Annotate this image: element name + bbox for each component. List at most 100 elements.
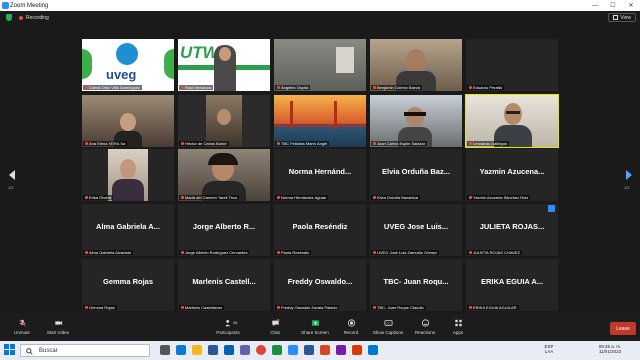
security-shield-icon[interactable] (6, 14, 12, 21)
next-page-arrow-icon[interactable] (626, 170, 632, 180)
clock[interactable]: 09:45 a. m. 11/01/2023 (590, 344, 630, 354)
participant-tile[interactable]: Gemma Rojas Gemma Rojas (82, 259, 174, 311)
excel-icon[interactable] (272, 345, 282, 355)
participant-tile[interactable]: TBC- Juan Roqu... TBC- Juan Roque Claudio (370, 259, 462, 311)
start-video-label: Start Video (46, 330, 70, 335)
teams-icon[interactable] (240, 345, 250, 355)
muted-microphone-icon (85, 306, 88, 309)
participant-tile[interactable]: UVEG Jose Luis... UVEG José Luis Zamudio … (370, 204, 462, 256)
muted-microphone-icon (373, 251, 376, 254)
participant-tile[interactable]: UTW Raúl Mendoza (178, 39, 270, 91)
participant-tile[interactable]: Leonardo Gallegos (465, 94, 559, 148)
muted-microphone-icon (85, 142, 88, 145)
close-button[interactable]: ✕ (622, 0, 640, 11)
participant-tile[interactable]: Juan Carlos Esplin Salazar (370, 95, 462, 147)
gallery-view: uveg Carlos Ortiz Villa Dominguez UTW Raúl … (0, 25, 640, 314)
participant-display-name: Norma Hernánd... (288, 167, 352, 176)
participant-tile[interactable]: uveg Carlos Ortiz Villa Dominguez (82, 39, 174, 91)
participant-tile[interactable]: Ana Elena VERA Sa (82, 95, 174, 147)
start-video-button[interactable]: Start Video (38, 317, 78, 339)
chrome-icon[interactable] (256, 345, 266, 355)
participant-name-label: Eduardo Peralta (467, 85, 504, 90)
minimize-button[interactable]: — (586, 0, 604, 11)
participant-name: Héctor de Carlos Burke (185, 141, 227, 146)
powerpoint-icon[interactable] (320, 345, 330, 355)
apps-button[interactable]: Apps (438, 317, 478, 339)
recording-indicator[interactable]: Recording (16, 13, 52, 22)
windows-start-icon[interactable] (4, 344, 16, 356)
participants-label: Participants (216, 330, 240, 335)
participant-tile[interactable]: Héctor de Carlos Burke (178, 95, 270, 147)
participant-tile[interactable]: ERIKA EGUIA A... ERIKA EGUIA AGUILAR (466, 259, 558, 311)
show-captions-button[interactable]: CC Show Captions (368, 317, 408, 339)
participant-name-label: Leonardo Gallegos (467, 141, 509, 146)
share-screen-icon (311, 320, 319, 326)
muted-microphone-icon (277, 306, 280, 309)
maximize-button[interactable]: ☐ (604, 0, 622, 11)
participant-tile[interactable]: TBC Felicitas Marín Angel (274, 95, 366, 147)
muted-microphone-icon (85, 251, 88, 254)
participant-tile[interactable]: Jorge Alberto R... Jorge Alberto Rodrígue… (178, 204, 270, 256)
participant-name: Ana Elena VERA Sa (89, 141, 126, 146)
language-indicator[interactable]: ESP LAA (542, 344, 556, 354)
participant-tile[interactable]: Erika Olvera (82, 149, 174, 201)
participant-tile[interactable]: Maria del Carmen Tarell Tirzo (178, 149, 270, 201)
edge-browser-icon[interactable] (176, 345, 186, 355)
participant-tile[interactable]: Norma Hernánd... Norma Hernández Aguas (274, 149, 366, 201)
participant-tile[interactable]: Alma Gabriela A... Alma Gabriela Alvarado (82, 204, 174, 256)
participant-tile[interactable]: Paola Reséndiz Paola Reséndiz (274, 204, 366, 256)
participant-display-name: ERIKA EGUIA A... (480, 277, 544, 286)
participant-name-label: Alma Gabriela Alvarado (83, 250, 134, 255)
leave-button[interactable]: Leave (610, 322, 636, 335)
participant-tile[interactable]: Marlenis Castell... Marlenis Castellanos (178, 259, 270, 311)
task-view-icon[interactable] (160, 345, 170, 355)
participant-display-name: Yazmin Azucena... (479, 167, 545, 176)
clock-date: 11/01/2023 (598, 349, 622, 354)
participant-name-label: Héctor de Carlos Burke (179, 141, 229, 146)
muted-microphone-icon (277, 196, 280, 199)
page-indicator-right: 1/2 (624, 185, 630, 190)
onenote-icon[interactable] (336, 345, 346, 355)
participant-tile[interactable]: Eduardo Peralta (466, 39, 558, 91)
previous-page-arrow-icon[interactable] (9, 170, 15, 180)
meeting-info-bar (0, 11, 640, 25)
microphone-muted-icon (18, 319, 26, 327)
participant-name: Leonardo Gallegos (473, 141, 507, 146)
view-button[interactable]: View (608, 13, 636, 22)
file-explorer-icon[interactable] (192, 345, 202, 355)
zoom-taskbar-icon[interactable] (288, 345, 298, 355)
unmute-button[interactable]: Unmute (2, 317, 42, 339)
participant-display-name: JULIETA ROJAS... (479, 222, 545, 231)
record-button[interactable]: Record (331, 317, 371, 339)
participant-tile[interactable]: Benjamin Gómez Baeza (370, 39, 462, 91)
participant-display-name: Paola Reséndiz (292, 222, 348, 231)
store-icon[interactable] (208, 345, 218, 355)
participant-tile[interactable]: Yazmin Azucena... Yazmin Azucena Sánchez … (466, 149, 558, 201)
taskbar-search-box[interactable]: Buscar (20, 344, 150, 357)
captions-icon: CC (384, 320, 392, 326)
participant-tile[interactable]: Freddy Oswaldo... Freddy Oswaldo Zavala P… (274, 259, 366, 311)
muted-microphone-icon (181, 86, 184, 89)
participant-name-label: TBC- Juan Roque Claudio (371, 305, 426, 310)
unmute-label: Unmute (14, 330, 30, 335)
chat-button[interactable]: Chat (255, 317, 295, 339)
muted-microphone-icon (277, 251, 280, 254)
muted-microphone-icon (469, 251, 472, 254)
participant-name-label: UVEG José Luis Zamudio Gómez (371, 250, 440, 255)
chat-bubble-icon (271, 319, 279, 327)
participant-name-label: Erika Olvera (83, 195, 114, 200)
grid-view-icon (613, 15, 619, 20)
participant-tile[interactable]: JULIETA ROJAS... JULIETA ROJAS CHAVEZ (466, 204, 558, 256)
participants-button[interactable]: 45 Participants (208, 317, 248, 339)
participant-tile[interactable]: Elvia Orduña Baz... Elvia Orduña Bazaldua (370, 149, 462, 201)
outlook-icon[interactable] (368, 345, 378, 355)
office-icon[interactable] (352, 345, 362, 355)
word-icon[interactable] (304, 345, 314, 355)
participant-display-name: UVEG Jose Luis... (383, 222, 449, 231)
muted-microphone-icon (373, 196, 376, 199)
participant-name-label: Jorge Alberto Rodríguez Cervantes (179, 250, 250, 255)
share-screen-button[interactable]: Share Screen (295, 317, 335, 339)
participant-tile[interactable]: Ángeles Ospña (274, 39, 366, 91)
participant-name-label: JULIETA ROJAS CHAVEZ (467, 250, 522, 255)
mail-icon[interactable] (224, 345, 234, 355)
